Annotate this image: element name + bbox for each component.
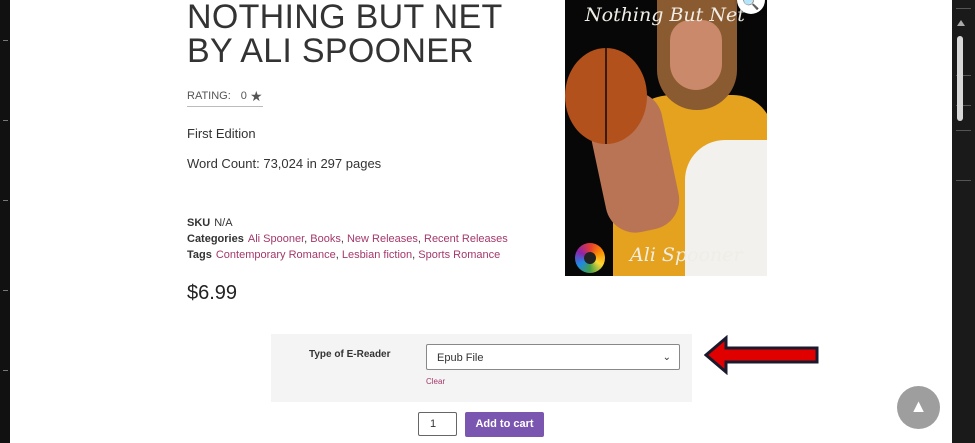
cover-title: Nothing But Net (585, 4, 745, 26)
tags-label: Tags (187, 249, 212, 261)
categories: Categories Ali Spooner, Books, New Releas… (187, 233, 508, 245)
tag-link[interactable]: Contemporary Romance (216, 249, 336, 261)
sku-value: N/A (214, 217, 233, 229)
quantity-input[interactable]: 1 (418, 412, 457, 436)
sku: SKU N/A (187, 217, 233, 229)
tag-link[interactable]: Sports Romance (418, 249, 500, 261)
rating-label: RATING: (187, 90, 231, 102)
star-icon[interactable]: ★ (250, 88, 263, 105)
red-arrow-annotation (704, 335, 819, 375)
chevron-down-icon: ⌄ (662, 352, 671, 363)
product-title-line-1: NOTHING BUT NET (187, 0, 503, 36)
product-title-line-2: BY ALI SPOONER (187, 32, 475, 70)
categories-label: Categories (187, 233, 244, 245)
product-title: NOTHING BUT NET BY ALI SPOONER (187, 0, 503, 68)
ereader-select-value: Epub File (437, 352, 484, 364)
right-window-edge (952, 0, 975, 443)
product-page: NOTHING BUT NET BY ALI SPOONER RATING: 0 … (10, 0, 952, 443)
rating: RATING: 0 ★ (187, 88, 263, 107)
ereader-select[interactable]: Epub File ⌄ (426, 344, 680, 370)
clear-link[interactable]: Clear (426, 377, 445, 386)
tags: Tags Contemporary Romance, Lesbian fictio… (187, 249, 501, 261)
category-link[interactable]: New Releases (347, 233, 418, 245)
publisher-logo (575, 243, 605, 273)
edition: First Edition (187, 126, 256, 141)
rating-value: 0 (240, 90, 247, 102)
price: $6.99 (187, 282, 238, 304)
left-window-edge (0, 0, 10, 443)
sku-label: SKU (187, 217, 211, 229)
scrollbar-thumb[interactable] (957, 36, 963, 121)
category-link[interactable]: Ali Spooner (248, 233, 304, 245)
book-cover-image[interactable]: Nothing But Net Ali Spooner (565, 0, 767, 276)
tag-link[interactable]: Lesbian fiction (342, 249, 412, 261)
add-to-cart-button[interactable]: Add to cart (465, 412, 544, 437)
variation-label: Type of E-Reader (309, 349, 391, 360)
variations-panel: Type of E-Reader Epub File ⌄ Clear (271, 334, 692, 402)
category-link[interactable]: Books (310, 233, 341, 245)
chevron-up-icon[interactable]: ▲ (897, 386, 940, 429)
word-count: Word Count: 73,024 in 297 pages (187, 156, 382, 171)
category-link[interactable]: Recent Releases (424, 233, 508, 245)
cover-author: Ali Spooner (630, 244, 743, 266)
scroll-up-arrow[interactable] (957, 20, 965, 26)
